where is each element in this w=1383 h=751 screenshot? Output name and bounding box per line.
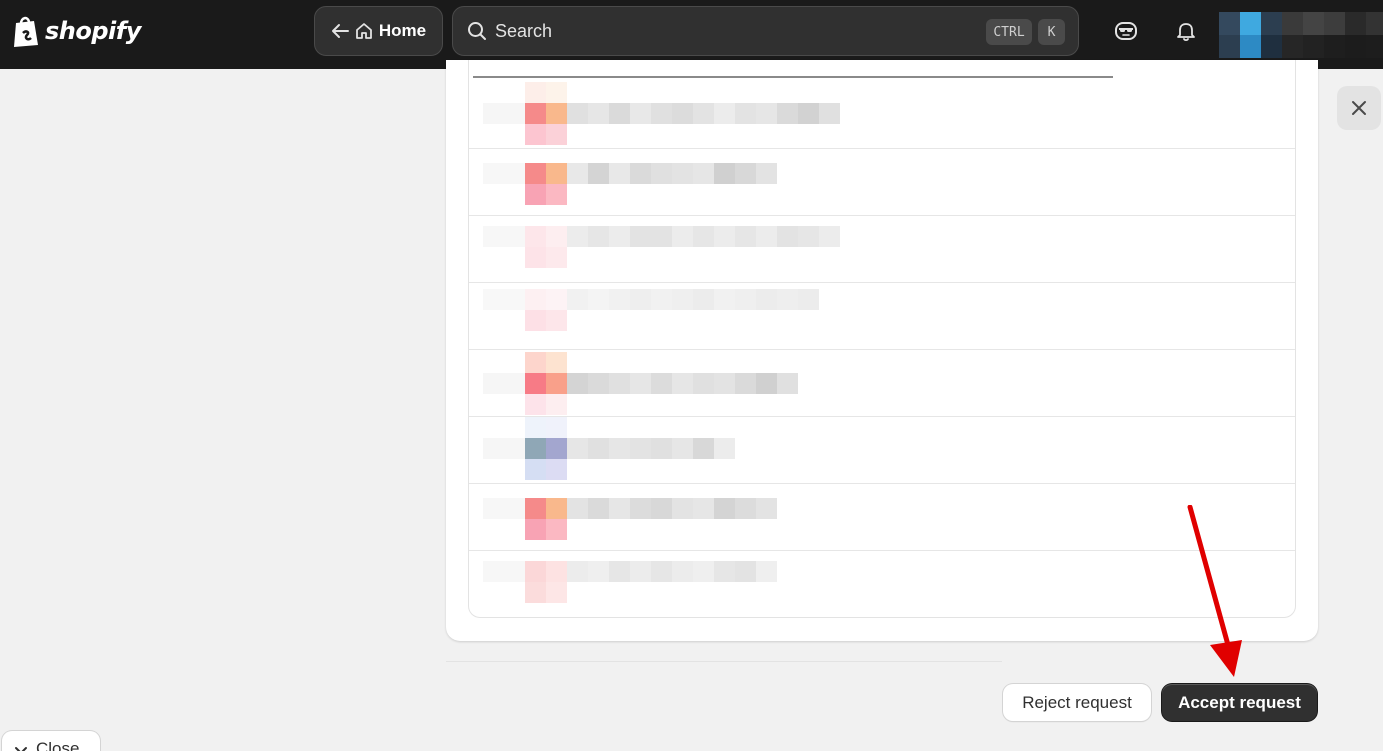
item-details [483, 438, 735, 459]
shopify-logo[interactable]: shopify [12, 14, 141, 48]
list-item [469, 149, 1295, 216]
shortcut-ctrl: CTRL [986, 19, 1032, 45]
close-panel-button[interactable]: Close [2, 731, 100, 751]
shopify-bag-icon [14, 16, 38, 47]
reject-request-button[interactable]: Reject request [1003, 684, 1151, 721]
list-item [469, 216, 1295, 283]
list-item [469, 417, 1295, 484]
list-item [469, 283, 1295, 350]
item-details [483, 226, 840, 247]
footer-divider [446, 661, 1002, 662]
brand-name: shopify [45, 17, 141, 45]
home-button[interactable]: Home [314, 6, 443, 56]
sidekick-button[interactable] [1111, 14, 1141, 48]
home-icon [355, 23, 372, 39]
bell-icon [1177, 23, 1195, 42]
account-avatar[interactable] [1219, 12, 1383, 58]
item-details [483, 561, 777, 582]
item-list [468, 60, 1296, 618]
list-item [469, 551, 1295, 617]
item-details [483, 498, 777, 519]
notifications-button[interactable] [1171, 14, 1201, 48]
item-details [483, 163, 777, 184]
close-icon [1352, 101, 1366, 115]
accept-request-button[interactable]: Accept request [1162, 684, 1317, 721]
close-label: Close [36, 739, 80, 751]
sidekick-icon [1115, 22, 1137, 40]
search-placeholder: Search [495, 20, 553, 41]
home-label: Home [378, 21, 427, 40]
item-details [483, 103, 840, 124]
shortcut-key: K [1038, 19, 1065, 45]
list-item [469, 484, 1295, 551]
search-icon [468, 22, 486, 40]
top-bar: shopify Home Search CTRL K [0, 0, 1383, 69]
chevron-down-icon [15, 747, 27, 751]
list-item [469, 82, 1295, 149]
arrow-left-icon [331, 24, 349, 38]
item-details [483, 289, 819, 310]
item-details [483, 373, 798, 394]
request-card [446, 60, 1318, 641]
close-modal-button[interactable] [1337, 86, 1381, 130]
list-header-divider [473, 76, 1113, 78]
search-bar[interactable]: Search CTRL K [452, 6, 1079, 56]
list-item [469, 350, 1295, 417]
